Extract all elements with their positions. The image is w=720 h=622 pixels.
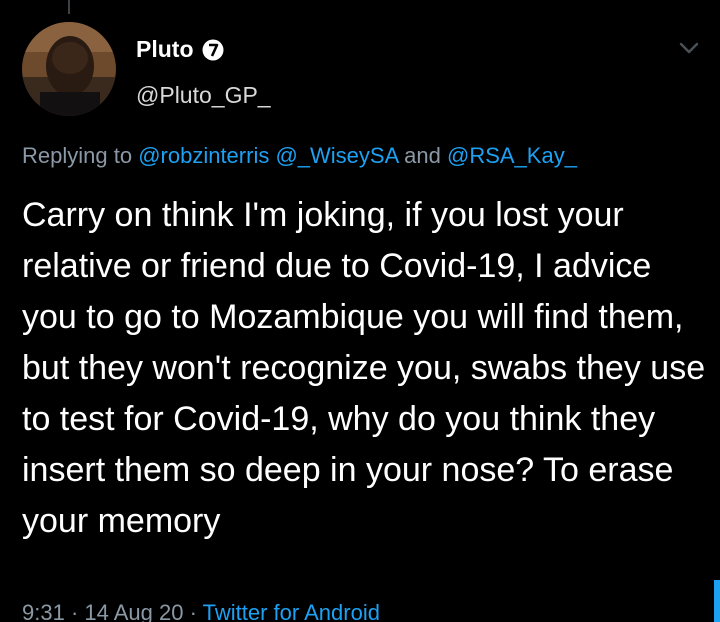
chevron-down-icon[interactable] — [676, 38, 702, 58]
avatar[interactable] — [22, 22, 116, 116]
avatar-image — [22, 22, 116, 116]
reply-mention-link[interactable]: @RSA_Kay_ — [447, 143, 577, 168]
tweet-detail: Pluto @Pluto_GP_ Replying to @robzinterr… — [0, 0, 720, 622]
reply-mention-link[interactable]: @robzinterris — [138, 143, 269, 168]
tweet-date: 14 Aug 20 — [84, 600, 184, 622]
replying-to-line: Replying to @robzinterris @_WiseySA and … — [22, 143, 577, 169]
numeric-badge-icon — [202, 39, 224, 61]
thread-connector-line — [68, 0, 70, 14]
reply-mention-link[interactable]: @_WiseySA — [275, 143, 398, 168]
meta-separator: · — [183, 600, 203, 622]
meta-separator: · — [64, 600, 85, 622]
tweet-time: 9:31 — [22, 600, 65, 622]
scroll-indicator — [714, 580, 720, 622]
tweet-source-link[interactable]: Twitter for Android — [203, 600, 380, 622]
author-name-row[interactable]: Pluto — [136, 36, 224, 63]
replying-to-label: Replying to — [22, 143, 139, 168]
tweet-text: Carry on think I'm joking, if you lost y… — [22, 196, 706, 540]
reply-and-label: and — [398, 143, 447, 168]
tweet-metadata: 9:31 · 14 Aug 20 · Twitter for Android — [22, 600, 380, 622]
author-display-name[interactable]: Pluto — [136, 36, 194, 63]
author-handle[interactable]: @Pluto_GP_ — [136, 82, 271, 109]
